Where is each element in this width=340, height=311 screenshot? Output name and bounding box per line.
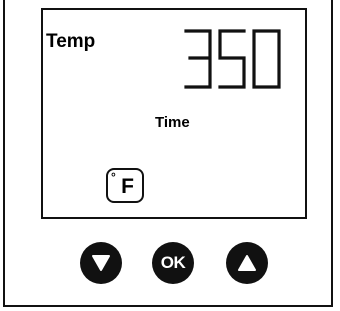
digit-3 [184,29,212,89]
temperature-readout: 350 [184,29,281,89]
temp-label: Temp [46,31,96,52]
unit-indicator: ° F [106,168,144,203]
degree-symbol: ° [111,170,116,184]
ok-label: OK [160,253,186,272]
unit-symbol: F [121,174,134,198]
digit-0 [252,29,281,89]
down-triangle-icon [92,255,110,271]
down-button[interactable] [80,242,122,284]
time-label: Time [155,114,190,131]
digit-5 [218,29,246,89]
lcd-display: Temp 350 Time ° F [41,8,307,219]
control-panel: Temp 350 Time ° F OK [3,0,333,307]
up-triangle-icon [238,255,256,271]
ok-button[interactable]: OK [152,242,194,284]
up-button[interactable] [226,242,268,284]
